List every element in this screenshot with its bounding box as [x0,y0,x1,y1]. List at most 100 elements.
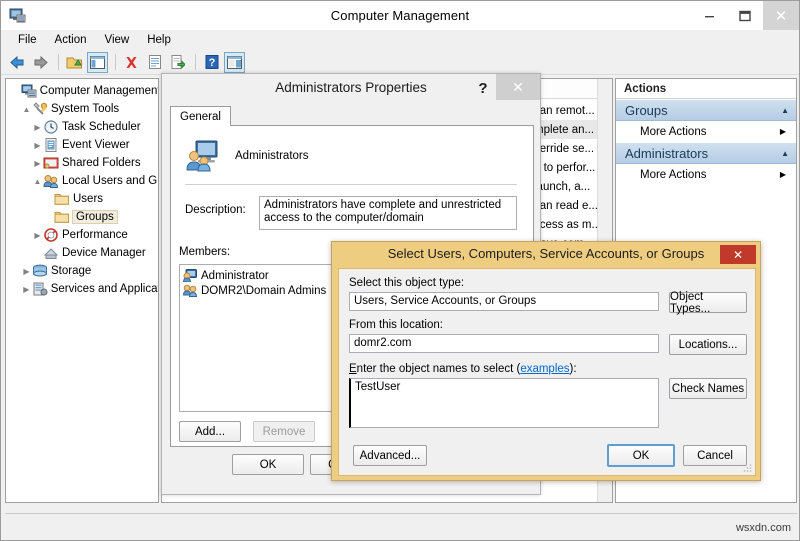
console-tree-pane: Computer Management ▲ System Tools ▶ Task Sc… [5,78,159,503]
tree-item-label: Services and Applicat [51,283,158,295]
examples-link[interactable]: examples [520,363,569,375]
tree-item-label: Performance [62,229,128,241]
object-type-label: Select this object type: [349,277,464,289]
add-button[interactable]: Add... [179,421,241,442]
action-more-actions-administrators[interactable]: More Actions▶ [616,164,796,185]
advanced-button[interactable]: Advanced... [353,445,427,466]
menu-bar: File Action View Help [1,30,799,50]
tree-item-label: Computer Management [40,85,158,97]
user-icon [183,269,197,282]
tree-item-shared-folders[interactable]: ▶Shared Folders [10,154,158,172]
location-label: From this location: [349,319,443,331]
menu-action[interactable]: Action [46,32,96,48]
table-cell-description: verride se... [534,143,594,155]
select-users-dialog: Select Users, Computers, Service Account… [331,241,761,481]
members-label: Members: [179,246,230,258]
table-cell-description: d to perfor... [534,162,595,174]
chevron-up-icon[interactable]: ▲ [781,149,789,158]
svg-text:?: ? [208,57,215,69]
member-name: DOMR2\Domain Admins [201,285,326,297]
expand-twisty-icon[interactable]: ▶ [32,159,43,168]
tree-item-local-users-and-groups[interactable]: ▲ Local Users and G [10,172,158,190]
computer-management-window: Computer Management ✕ File Action View H… [0,0,800,541]
tree-item-label: Device Manager [62,247,146,259]
select-users-ok-button[interactable]: OK [607,444,675,467]
status-bar [5,513,797,535]
actions-list: Groups▲More Actions▶Administrators▲More … [616,99,796,185]
watermark: wsxdn.com [736,522,791,534]
show-hide-action-pane-icon[interactable] [224,52,245,73]
collapse-twisty-icon[interactable]: ▲ [32,177,43,186]
remove-button[interactable]: Remove [253,421,315,442]
title-bar: Computer Management ✕ [1,1,799,30]
back-icon[interactable] [7,52,28,73]
export-list-icon[interactable] [167,52,188,73]
tree-item-device-manager[interactable]: Device Manager [10,244,158,262]
menu-view[interactable]: View [96,32,139,48]
tree-item-services-and-applications[interactable]: ▶ Services and Applicat [10,280,158,298]
group-name-label: Administrators [235,150,309,162]
tree-item-users[interactable]: Users [10,190,158,208]
object-names-accel: E [349,363,357,375]
table-cell-description: ccess as m... [534,219,601,231]
object-types-button[interactable]: Object Types... [669,292,747,313]
actions-group-groups[interactable]: Groups▲ [616,99,796,121]
expand-twisty-icon[interactable]: ▶ [21,267,32,276]
tree-item-event-viewer[interactable]: ▶Event Viewer [10,136,158,154]
tree-item-label: Task Scheduler [62,121,141,133]
maximize-button[interactable] [727,1,763,30]
properties-close-button[interactable]: ✕ [496,74,540,100]
show-hide-console-tree-icon[interactable] [87,52,108,73]
help-icon[interactable]: ? [201,52,222,73]
table-cell-description: can remot... [534,105,595,117]
forward-icon[interactable] [30,52,51,73]
tree-item-groups[interactable]: Groups [10,208,158,226]
properties-icon[interactable] [144,52,165,73]
expand-twisty-icon[interactable]: ▶ [32,141,43,150]
tree-item-performance[interactable]: ▶ Performance [10,226,158,244]
locations-button[interactable]: Locations... [669,334,747,355]
computer-icon [21,84,37,98]
menu-help[interactable]: Help [138,32,180,48]
performance-icon [43,228,59,242]
action-item-label: More Actions [640,126,706,138]
minimize-button[interactable] [691,1,727,30]
table-cell-description: mplete an... [534,124,594,136]
tree-item-label: System Tools [51,103,119,115]
shared-folders-icon [43,156,59,170]
object-type-field[interactable]: Users, Service Accounts, or Groups [349,292,659,311]
collapse-twisty-icon[interactable]: ▲ [21,105,32,114]
menu-file[interactable]: File [9,32,46,48]
tree-item-system-tools[interactable]: ▲ System Tools [10,100,158,118]
check-names-button[interactable]: Check Names [669,378,747,399]
object-names-label: Enter the object names to select (exampl… [349,363,577,375]
tree-item-computer-management[interactable]: Computer Management [10,82,158,100]
select-users-close-button[interactable]: ✕ [720,245,756,264]
tree-item-label: Users [73,193,103,205]
expand-twisty-icon[interactable]: ▶ [32,231,43,240]
object-names-input[interactable]: TestUser [349,378,659,428]
tree-item-storage[interactable]: ▶Storage [10,262,158,280]
properties-ok-button[interactable]: OK [232,454,304,475]
tree-item-label: Local Users and G [62,175,157,187]
description-field[interactable]: Administrators have complete and unrestr… [259,196,517,230]
actions-group-title: Administrators [625,146,708,161]
tree-item-task-scheduler[interactable]: ▶ Task Scheduler [10,118,158,136]
help-question-icon[interactable]: ? [470,74,496,102]
description-label: Description: [185,204,246,216]
resize-grip-icon[interactable] [742,463,752,473]
clock-icon [43,120,59,134]
chevron-up-icon[interactable]: ▲ [781,106,789,115]
tab-general[interactable]: General [170,106,231,126]
expand-twisty-icon[interactable]: ▶ [32,123,43,132]
location-field[interactable]: domr2.com [349,334,659,353]
expand-twisty-icon[interactable]: ▶ [21,285,32,294]
actions-group-administrators[interactable]: Administrators ▲ [616,142,796,164]
toolbar-separator-2 [115,54,116,70]
close-button[interactable]: ✕ [763,1,799,30]
action-more-actions-groups[interactable]: More Actions ▶ [616,121,796,142]
chevron-right-icon: ▶ [780,127,786,136]
up-folder-icon[interactable] [64,52,85,73]
select-users-cancel-button[interactable]: Cancel [683,445,747,466]
delete-icon[interactable] [121,52,142,73]
